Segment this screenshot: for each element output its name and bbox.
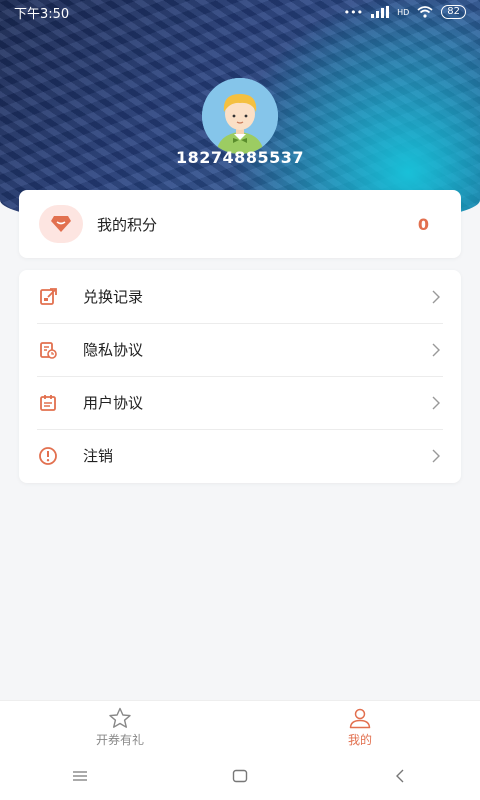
- hd-label: HD: [397, 7, 410, 17]
- menu-nav-button[interactable]: [60, 761, 100, 791]
- back-arrow-icon: [396, 769, 404, 783]
- points-label: 我的积分: [97, 215, 158, 234]
- home-square-icon: [232, 769, 248, 783]
- cell-signal-icon: [371, 6, 390, 18]
- menu-label: 注销: [83, 447, 114, 465]
- wifi-icon: [417, 6, 433, 18]
- user-agreement-icon: [37, 392, 59, 414]
- tab-label: 我的: [347, 732, 372, 747]
- menu-card: 兑换记录 隐私协议 用户协议 注销: [19, 270, 461, 483]
- privacy-icon: [37, 339, 59, 361]
- menu-label: 隐私协议: [83, 341, 144, 359]
- avatar[interactable]: [202, 78, 278, 154]
- chevron-right-icon: [432, 343, 440, 356]
- points-icon-badge: [39, 205, 83, 243]
- chevron-right-icon: [432, 396, 440, 409]
- star-icon: [109, 707, 131, 728]
- menu-item-logout[interactable]: 注销: [19, 429, 461, 482]
- menu-item-privacy[interactable]: 隐私协议: [19, 323, 461, 376]
- status-time: 下午3:50: [14, 6, 70, 22]
- menu-label: 用户协议: [83, 394, 144, 412]
- bottom-tab-bar: 开券有礼 我的: [0, 700, 480, 753]
- more-dots-icon: •••: [343, 5, 364, 19]
- points-value: 0: [417, 214, 429, 234]
- menu-item-exchange-record[interactable]: 兑换记录: [19, 270, 461, 323]
- chevron-right-icon: [432, 290, 440, 303]
- diamond-icon: [51, 216, 71, 232]
- user-icon: [349, 708, 371, 728]
- tab-mine[interactable]: 我的: [240, 701, 480, 753]
- menu-label: 兑换记录: [83, 288, 144, 306]
- phone-number: 18274885537: [176, 148, 304, 167]
- home-nav-button[interactable]: [220, 761, 260, 791]
- logout-icon: [37, 445, 59, 467]
- tab-label: 开券有礼: [95, 732, 144, 747]
- points-card[interactable]: 我的积分 0: [19, 190, 461, 258]
- back-nav-button[interactable]: [380, 761, 420, 791]
- chevron-right-icon: [432, 449, 440, 462]
- menu-item-user-agreement[interactable]: 用户协议: [19, 376, 461, 429]
- system-nav-bar: [0, 752, 480, 800]
- tab-coupons[interactable]: 开券有礼: [0, 701, 240, 753]
- status-bar: 下午3:50 ••• HD 82: [0, 0, 480, 24]
- battery-indicator: 82: [441, 5, 466, 19]
- exchange-record-icon: [37, 286, 59, 308]
- avatar-illustration-icon: [202, 78, 278, 154]
- hamburger-icon: [73, 771, 87, 781]
